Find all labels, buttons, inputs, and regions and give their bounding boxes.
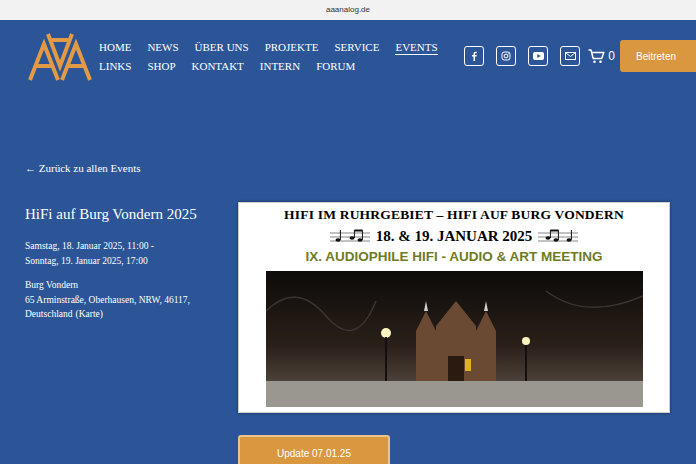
music-notes-icon [538, 229, 578, 243]
castle-photo [266, 271, 643, 407]
event-details: HiFi auf Burg Vondern 2025 Samstag, 18. … [25, 202, 238, 322]
youtube-icon[interactable] [528, 46, 548, 66]
map-link[interactable]: (Karte) [76, 307, 103, 322]
cart-button[interactable]: 0 [588, 47, 615, 65]
join-button[interactable]: Beitreten [620, 40, 696, 72]
poster-date-row: 18. & 19. JANUAR 2025 [330, 226, 579, 246]
join-label: Beitreten [636, 49, 676, 64]
update-label: Update 07.01.25 [277, 446, 351, 461]
address-text: aaanalog.de [326, 4, 370, 16]
nav-item[interactable]: ÜBER UNS [195, 40, 249, 55]
logo-icon[interactable] [28, 30, 92, 82]
social-links [464, 46, 580, 66]
event-dates: Samstag, 18. Januar 2025, 11:00 -Sonntag… [25, 239, 230, 269]
nav-item[interactable]: KONTAKT [192, 59, 244, 74]
event-content: HiFi auf Burg Vondern 2025 Samstag, 18. … [25, 202, 671, 464]
event-location: Burg Vondern 65 Arminstraße, Oberhausen,… [25, 278, 230, 322]
instagram-icon[interactable] [496, 46, 516, 66]
mail-icon[interactable] [560, 46, 580, 66]
event-title: HiFi auf Burg Vondern 2025 [25, 204, 230, 224]
main-nav: HOME NEWS ÜBER UNS PROJEKTE SERVICE EVENTS LIN… [99, 40, 438, 74]
back-link[interactable]: ← Zurück zu allen Events [25, 161, 671, 175]
music-notes-icon [330, 229, 370, 243]
event-date: Samstag, 18. Januar 2025, 11:00 - [25, 239, 230, 254]
nav-item[interactable]: EVENTS [395, 40, 437, 55]
event-media: HIFI IM RUHRGEBIET – HIFI AUF BURG VONDE… [238, 202, 670, 464]
nav-item[interactable]: NEWS [147, 40, 178, 55]
event-date: Sonntag, 19. Januar 2025, 17:00 [25, 254, 230, 269]
nav-row: LINKS SHOP KONTAKT INTERN FORUM [99, 59, 438, 74]
address-bar: aaanalog.de [0, 0, 696, 20]
update-button[interactable]: Update 07.01.25 [238, 435, 390, 464]
nav-item[interactable]: PROJEKTE [265, 40, 319, 55]
nav-row: HOME NEWS ÜBER UNS PROJEKTE SERVICE EVENTS [99, 40, 438, 55]
poster-subtitle: IX. AUDIOPHILE HIFI - AUDIO & ART MEETIN… [306, 247, 603, 267]
nav-item[interactable]: INTERN [260, 59, 300, 74]
facebook-icon[interactable] [464, 46, 484, 66]
location-street: 65 Arminstraße, Oberhausen, NRW, 46117, [25, 293, 230, 308]
cart-icon [588, 49, 605, 64]
cart-count: 0 [608, 47, 615, 65]
site-header: HOME NEWS ÜBER UNS PROJEKTE SERVICE EVENTS LIN… [0, 20, 696, 82]
nav-item[interactable]: SERVICE [334, 40, 379, 55]
event-page: ← Zurück zu allen Events HiFi auf Burg V… [0, 161, 696, 464]
nav-item[interactable]: HOME [99, 40, 131, 55]
header-actions: 0 Beitreten [464, 40, 696, 72]
location-country: Deutschland [25, 307, 73, 322]
nav-item[interactable]: SHOP [147, 59, 175, 74]
poster-headline: HIFI IM RUHRGEBIET – HIFI AUF BURG VONDE… [284, 206, 624, 224]
location-name: Burg Vondern [25, 278, 230, 293]
nav-item[interactable]: LINKS [99, 59, 131, 74]
poster-date: 18. & 19. JANUAR 2025 [376, 226, 533, 246]
event-poster: HIFI IM RUHRGEBIET – HIFI AUF BURG VONDE… [238, 202, 670, 413]
nav-item[interactable]: FORUM [316, 59, 355, 74]
location-country-row: Deutschland (Karte) [25, 307, 230, 322]
